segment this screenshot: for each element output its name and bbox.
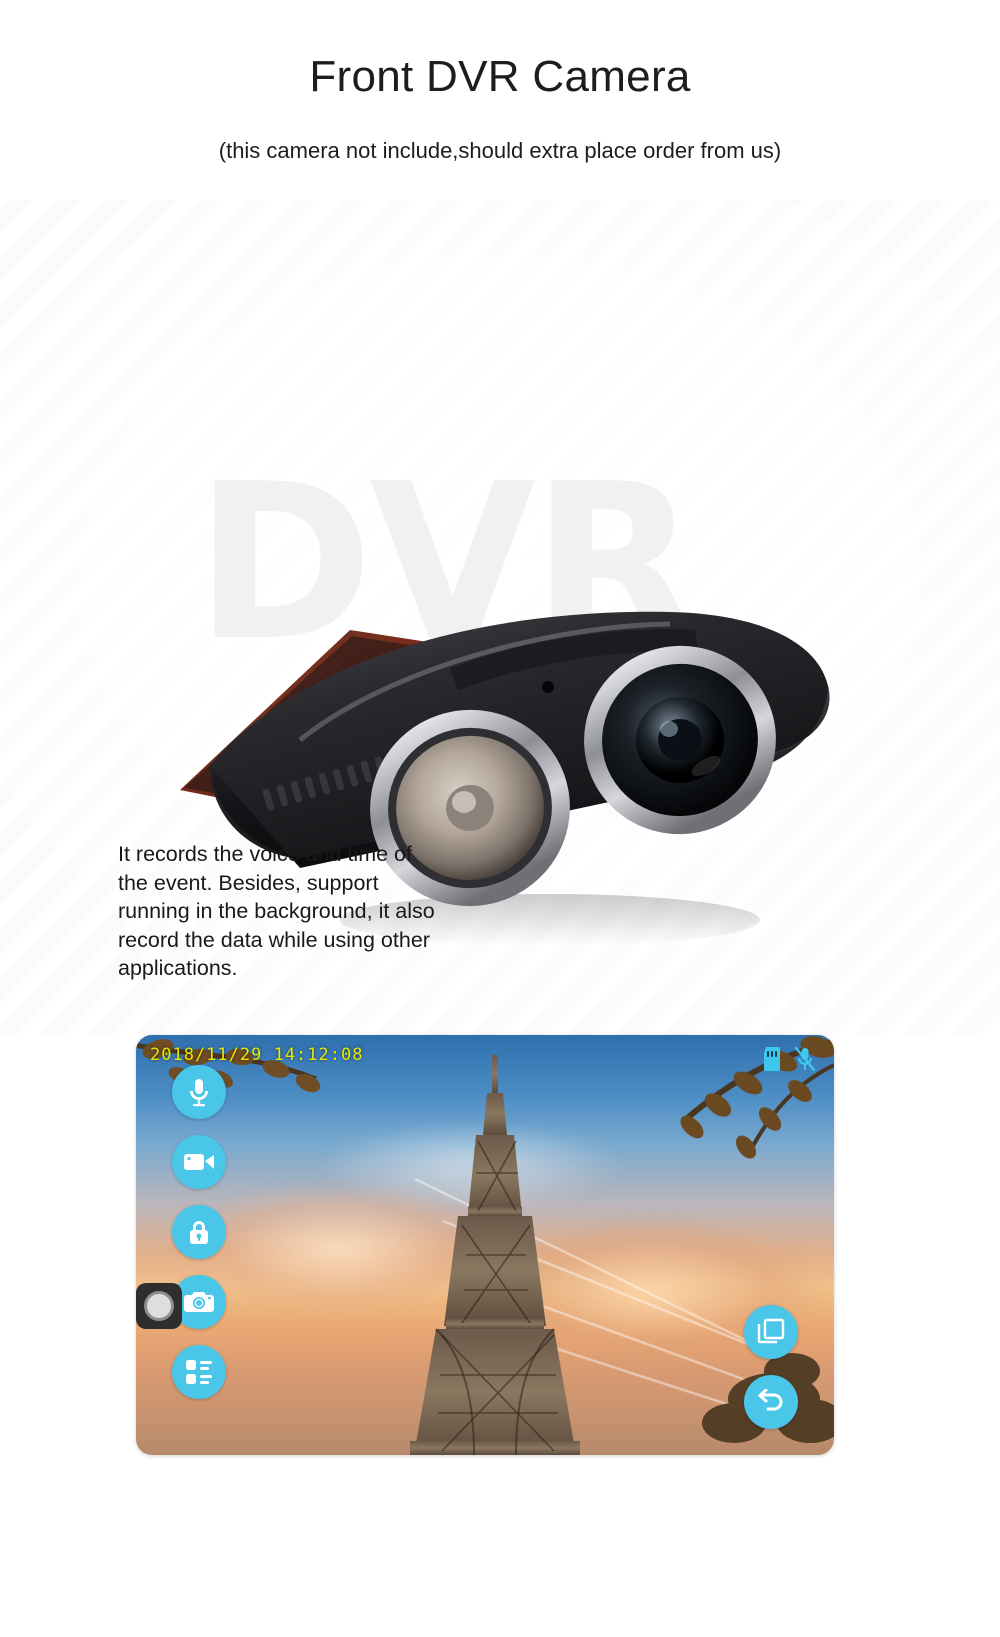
right-control-column	[744, 1305, 798, 1429]
page-title: Front DVR Camera	[309, 52, 691, 101]
video-timestamp: 2018/11/29 14:12:08	[150, 1045, 364, 1065]
sd-card-icon	[762, 1047, 782, 1076]
drag-handle[interactable]	[136, 1283, 182, 1329]
page-subtitle: (this camera not include,should extra pl…	[218, 138, 782, 163]
back-button[interactable]	[744, 1375, 798, 1429]
lock-button[interactable]	[172, 1205, 226, 1259]
dashcam-app-screenshot: 2018/11/29 14:12:08	[136, 1035, 834, 1455]
drag-handle-knob	[144, 1291, 174, 1321]
file-list-button[interactable]	[172, 1345, 226, 1399]
header-section: Front DVR Camera (this camera not includ…	[0, 0, 1000, 200]
description-text: It records the voice and time of the eve…	[118, 842, 435, 980]
status-icon-group	[762, 1046, 816, 1077]
product-detail-page: Front DVR Camera (this camera not includ…	[0, 0, 1000, 1637]
eiffel-tower	[370, 1055, 620, 1455]
video-record-button[interactable]	[172, 1135, 226, 1189]
hero-section: DVR It records the voice and time of the…	[0, 200, 1000, 1035]
switch-camera-button[interactable]	[744, 1305, 798, 1359]
microphone-muted-icon	[794, 1046, 816, 1077]
left-control-column	[172, 1065, 226, 1399]
microphone-button[interactable]	[172, 1065, 226, 1119]
